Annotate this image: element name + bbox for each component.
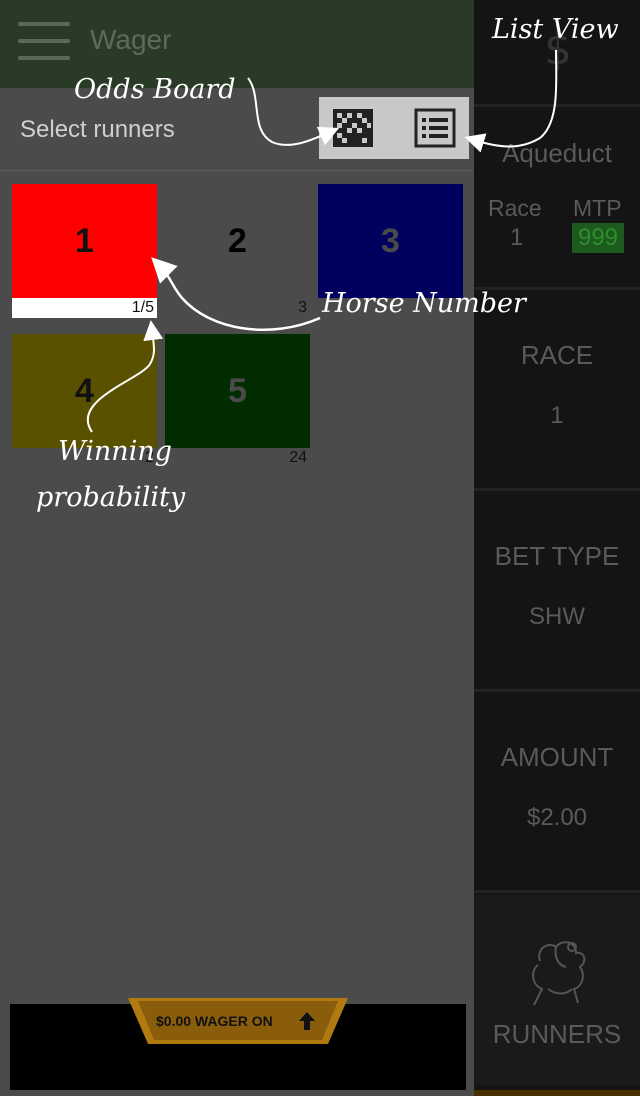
runner-number: 1 [12,184,157,298]
bet-type-title: BET TYPE [494,541,620,571]
list-icon [414,108,456,148]
runner-odds: 3 [165,298,310,318]
hamburger-menu-icon[interactable] [18,22,70,64]
divider [474,890,640,893]
divider [0,170,474,171]
mtp-label: MTP [573,195,622,221]
race-section[interactable]: RACE 1 [474,290,640,486]
runner-number: 3 [318,184,463,298]
list-view-button[interactable] [413,108,457,148]
annotation-winning: Winning [58,436,172,467]
wager-on-button[interactable]: $0.00 WAGER ON [128,998,348,1044]
page-title: Wager [90,24,172,55]
bottom-accent [474,1090,640,1096]
odds-board-button[interactable] [331,108,375,148]
track-name: Aqueduct [502,138,612,168]
amount-value: $2.00 [526,804,588,831]
select-runners-label: Select runners [20,116,175,143]
amount-section[interactable]: AMOUNT $2.00 [474,692,640,888]
race-section-title: RACE [520,340,594,370]
runner-number: 4 [12,334,157,448]
wager-on-label: $0.00 WAGER ON [156,1013,273,1029]
runner-number: 5 [165,334,310,448]
runner-tile-2[interactable]: 2 3 [165,184,310,318]
right-panel: $ Aqueduct Race 1 MTP 999 RACE 1 BET TYP… [474,0,640,1096]
runner-odds: 1/5 [12,298,157,318]
runner-number: 2 [165,184,310,298]
runner-tile-5[interactable]: 5 24 [165,334,310,468]
race-number: 1 [510,224,524,251]
horse-racing-icon [520,931,594,1016]
race-label: Race [488,195,542,221]
runner-tile-1[interactable]: 1 1/5 [12,184,157,318]
divider [474,104,640,107]
bet-type-value: SHW [529,603,585,630]
runners-section[interactable]: RUNNERS [474,895,640,1085]
app-header [0,0,474,88]
annotation-horse-number: Horse Number [322,288,526,319]
race-section-value: 1 [550,402,564,429]
runners-section-title: RUNNERS [492,1019,622,1049]
annotation-probability: probability [36,482,186,513]
mtp-value: 999 [572,223,624,253]
amount-title: AMOUNT [500,742,614,772]
annotation-list-view: List View [492,14,619,45]
runner-odds: 24 [165,448,310,468]
grid-icon [333,109,373,147]
bet-type-section[interactable]: BET TYPE SHW [474,491,640,687]
arrow-up-icon [298,1011,316,1036]
annotation-odds-board: Odds Board [74,74,236,105]
